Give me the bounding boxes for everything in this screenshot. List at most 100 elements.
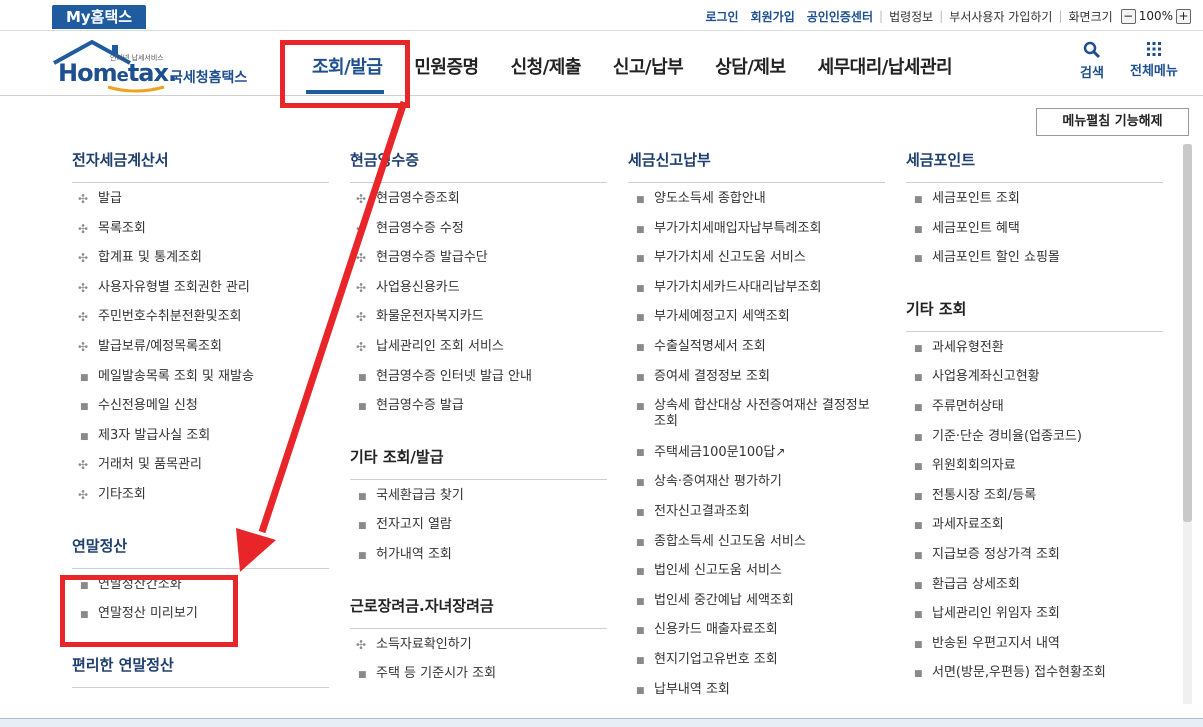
menu-fold-toggle-button[interactable]: 메뉴펼침 기능해제 xyxy=(1036,108,1189,136)
law-info-link[interactable]: 법령정보 xyxy=(883,8,939,25)
nav-civil-certificate[interactable]: 민원증명 xyxy=(398,53,494,79)
menu-item[interactable]: ✣ 사업용신용카드 xyxy=(350,280,607,296)
menu-item[interactable]: ■ 주택세금100문100답↗ xyxy=(628,444,885,461)
menu-item-label: 발급보류/예정목록조회 xyxy=(98,338,222,354)
menu-item[interactable]: ■ 부가세예정고지 세액조회 xyxy=(628,309,885,325)
nav-report-pay[interactable]: 신고/납부 xyxy=(597,53,699,79)
search-button[interactable]: 검색 xyxy=(1080,41,1104,81)
menu-item[interactable]: ■ 사업용계좌신고현황 xyxy=(906,369,1163,385)
menu-item[interactable]: ■ 수신전용메일 신청 xyxy=(72,398,329,414)
section-title[interactable]: 현금영수증 xyxy=(350,149,607,183)
menu-item[interactable]: ■ 현금영수증 인터넷 발급 안내 xyxy=(350,369,607,385)
menu-item[interactable]: ■ 증여세 결정정보 조회 xyxy=(628,369,885,385)
search-icon xyxy=(1083,41,1101,59)
menu-item[interactable]: ✣ 발급보류/예정목록조회 xyxy=(72,339,329,355)
menu-item-label: 법인세 중간예납 세액조회 xyxy=(654,592,794,608)
dept-user-signup-link[interactable]: 부서사용자 가입하기 xyxy=(943,8,1058,25)
menu-item[interactable]: ■ 현금영수증 발급 xyxy=(350,398,607,414)
menu-item[interactable]: ✣ 주민번호수취분전환및조회 xyxy=(72,309,329,325)
section-title[interactable]: 기타 조회 xyxy=(906,298,1163,332)
menu-item[interactable]: ■ 위원회회의자료 xyxy=(906,458,1163,474)
cert-center-link[interactable]: 공인인증센터 xyxy=(801,8,879,25)
menu-item[interactable]: ■ 부가가치세 신고도움 서비스 xyxy=(628,250,885,266)
menu-item[interactable]: ✣ 현금영수증 수정 xyxy=(350,221,607,237)
nav-consult-report[interactable]: 상담/제보 xyxy=(699,53,801,79)
zoom-out-button[interactable]: − xyxy=(1120,8,1136,24)
nav-tax-agent[interactable]: 세무대리/납세관리 xyxy=(802,53,969,79)
menu-item[interactable]: ✣ 화물운전자복지카드 xyxy=(350,309,607,325)
nav-apply-submit[interactable]: 신청/제출 xyxy=(495,53,597,79)
menu-item[interactable]: ■ 반송된 우편고지서 내역 xyxy=(906,636,1163,652)
bullet-dot-icon: ■ xyxy=(914,521,923,532)
menu-item[interactable]: ■ 현지기업고유번호 조회 xyxy=(628,652,885,668)
menu-item[interactable]: ■ 전자신고결과조회 xyxy=(628,504,885,520)
menu-item[interactable]: ■ 세금포인트 조회 xyxy=(906,191,1163,207)
expand-plus-icon: ✣ xyxy=(356,192,367,206)
menu-item-label: 주택세금100문100답 xyxy=(654,444,776,460)
menu-item[interactable]: ✣ 현금영수증조회 xyxy=(350,191,607,207)
menu-item[interactable]: ■ 주택 등 기준시가 조회 xyxy=(350,666,607,682)
menu-item[interactable]: ✣ 거래처 및 품목관리 xyxy=(72,457,329,473)
header: 인터넷 납세서비스 Hometax. 국세청홈택스 조회/발급 민원증명 신청/… xyxy=(0,31,1203,96)
menu-item[interactable]: ■ 법인세 신고도움 서비스 xyxy=(628,563,885,579)
menu-item[interactable]: ■ 세금포인트 할인 쇼핑몰 xyxy=(906,250,1163,266)
menu-list: ■ 양도소득세 종합안내 ■ 부가가치세매입자납부특례조회 ■ 부가가치세 신고도움 서비… xyxy=(628,183,885,725)
menu-item[interactable]: ✣ 현금영수증 발급수단 xyxy=(350,250,607,266)
menu-item[interactable]: ■ 전자고지 열람 xyxy=(350,517,607,533)
menu-item[interactable]: ■ 세금포인트 혜택 xyxy=(906,221,1163,237)
menu-item[interactable]: ■ 지급보증 정상가격 조회 xyxy=(906,547,1163,563)
menu-item-label: 세금포인트 할인 쇼핑몰 xyxy=(932,250,1060,266)
section-title[interactable]: 세금신고납부 xyxy=(628,149,885,183)
section-title[interactable]: 기타 조회/발급 xyxy=(350,446,607,480)
menu-item-label: 현금영수증 발급 xyxy=(376,398,464,414)
zoom-in-button[interactable]: + xyxy=(1176,8,1191,24)
menu-item[interactable]: ■ 과세자료조회 xyxy=(906,517,1163,533)
signup-link[interactable]: 회원가입 xyxy=(745,8,801,25)
menu-item[interactable]: ■ 수출실적명세서 조회 xyxy=(628,339,885,355)
menu-item[interactable]: ■ 국세환급금 찾기 xyxy=(350,488,607,504)
menu-item[interactable]: ■ 신용카드 매출자료조회 xyxy=(628,622,885,638)
section-title[interactable]: 세금포인트 xyxy=(906,149,1163,183)
expand-plus-icon: ✣ xyxy=(78,339,89,354)
all-menu-label: 전체메뉴 xyxy=(1130,64,1178,79)
login-link[interactable]: 로그인 xyxy=(699,8,744,25)
section-title[interactable]: 편리한 연말정산 xyxy=(72,654,329,688)
menu-item[interactable]: ■ 납부내역 조회 xyxy=(628,682,885,698)
menu-item[interactable]: ■ 서면(방문,우편등) 접수현황조회 xyxy=(906,665,1163,681)
menu-item[interactable]: ■ 과세유형전환 xyxy=(906,340,1163,356)
menu-item[interactable]: ✣ 발급 xyxy=(72,191,329,207)
menu-item[interactable]: ■ 전통시장 조회/등록 xyxy=(906,488,1163,504)
menu-item[interactable]: ■ 납세관리인 위임자 조회 xyxy=(906,606,1163,622)
menu-item[interactable]: ■ 부가가치세카드사대리납부조회 xyxy=(628,280,885,296)
menu-item[interactable]: ■ 주류면허상태 xyxy=(906,399,1163,415)
bullet-dot-icon: ■ xyxy=(914,195,923,205)
menu-item[interactable]: ■ 양도소득세 종합안내 xyxy=(628,191,885,207)
bullet-dot-icon: ■ xyxy=(358,491,367,502)
hometax-logo[interactable]: 인터넷 납세서비스 Hometax. 국세청홈택스 xyxy=(48,37,268,93)
menu-item[interactable]: ✣ 소득자료확인하기 xyxy=(350,637,607,653)
menu-item[interactable]: ✣ 목록조회 xyxy=(72,221,329,237)
menu-item-label: 현지기업고유번호 조회 xyxy=(654,651,778,667)
menu-item[interactable]: ■ 법인세 중간예납 세액조회 xyxy=(628,593,885,609)
my-hometax-tab[interactable]: My홈택스 xyxy=(52,5,146,29)
menu-item[interactable]: ■ 제3자 발급사실 조회 xyxy=(72,428,329,444)
menu-item[interactable]: ■ 상속세 합산대상 사전증여재산 결정정보 조회 xyxy=(628,398,885,430)
all-menu-button[interactable]: 전체메뉴 xyxy=(1130,41,1178,79)
menu-item[interactable]: ✣ 기타조회 xyxy=(72,487,329,503)
section-title[interactable]: 근로장려금.자녀장려금 xyxy=(350,595,607,629)
menu-item[interactable]: ✣ 합계표 및 통계조회 xyxy=(72,250,329,266)
menu-item-label: 양도소득세 종합안내 xyxy=(654,191,766,206)
menu-item[interactable]: ■ 환급금 상세조회 xyxy=(906,577,1163,593)
menu-item[interactable]: ■ 허가내역 조회 xyxy=(350,547,607,563)
menu-item[interactable]: ✣ 사용자유형별 조회권한 관리 xyxy=(72,280,329,296)
menu-item[interactable]: ■ 부가가치세매입자납부특례조회 xyxy=(628,221,885,237)
menu-item[interactable]: ■ 기준·단순 경비율(업종코드) xyxy=(906,429,1163,445)
menu-item[interactable]: ■ 메일발송목록 조회 및 재발송 xyxy=(72,369,329,385)
section-title[interactable]: 연말정산 xyxy=(72,535,329,569)
menu-item[interactable]: ■ 종합소득세 신고도움 서비스 xyxy=(628,534,885,550)
scrollbar-thumb[interactable] xyxy=(1183,144,1192,522)
menu-item-label: 세금포인트 조회 xyxy=(932,191,1020,206)
menu-item[interactable]: ✣ 납세관리인 조회 서비스 xyxy=(350,339,607,355)
menu-item[interactable]: ■ 상속·증여재산 평가하기 xyxy=(628,474,885,490)
section-title[interactable]: 전자세금계산서 xyxy=(72,149,329,183)
